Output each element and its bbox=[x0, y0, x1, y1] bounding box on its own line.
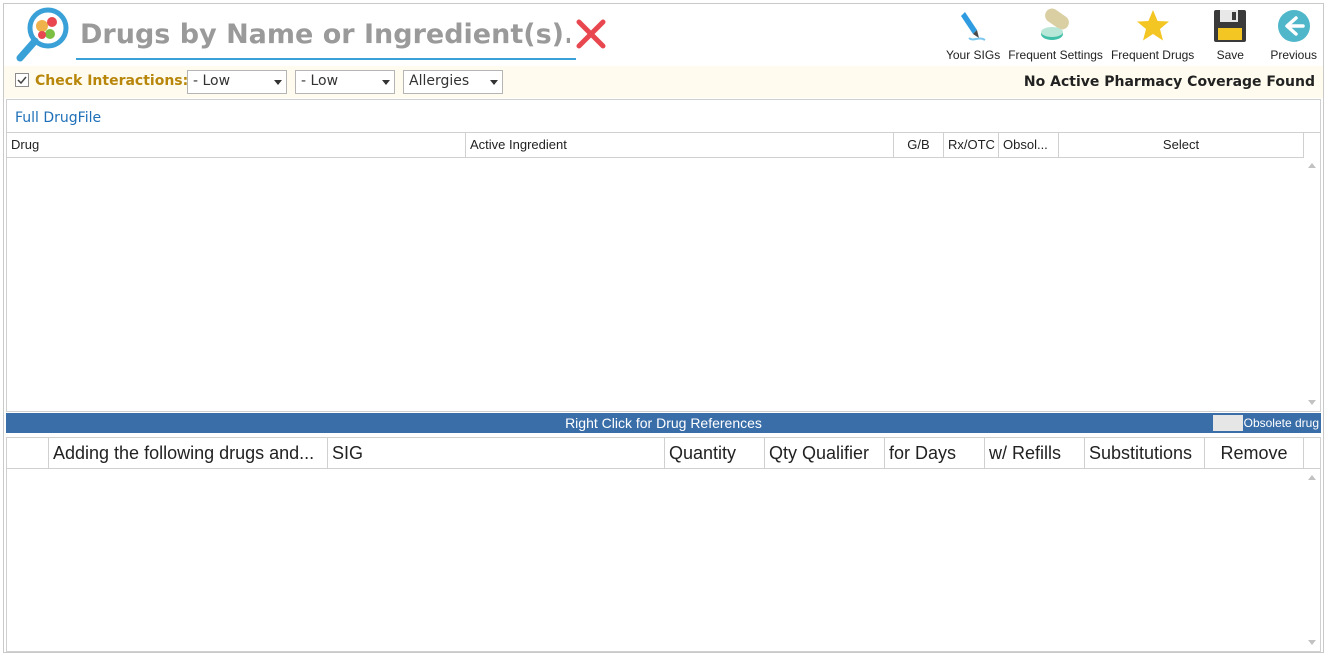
severity-dropdown-2[interactable]: - Low bbox=[295, 70, 395, 94]
pen-sig-icon bbox=[961, 12, 986, 41]
previous-label: Previous bbox=[1270, 48, 1317, 62]
column-for-days[interactable]: for Days bbox=[885, 438, 985, 468]
your-sigs-label: Your SIGs bbox=[945, 48, 1001, 62]
drug-search-input[interactable] bbox=[76, 14, 574, 54]
obsolete-legend-label: Obsolete drug bbox=[1243, 416, 1319, 430]
check-interactions-checkbox[interactable] bbox=[15, 73, 29, 87]
search-field-wrap bbox=[76, 14, 576, 60]
header-spacer bbox=[1304, 438, 1320, 468]
pills-icon bbox=[1040, 8, 1069, 40]
scroll-down-icon[interactable] bbox=[1308, 400, 1316, 405]
order-grid-scrollbar[interactable] bbox=[1304, 469, 1320, 651]
column-adding-drugs[interactable]: Adding the following drugs and... bbox=[49, 438, 328, 468]
drug-search-panel: Full DrugFile Drug Active Ingredient G/B… bbox=[6, 99, 1321, 412]
frequent-drugs-button[interactable]: Frequent Drugs bbox=[1107, 6, 1198, 64]
floppy-disk-icon bbox=[1214, 10, 1247, 42]
chevron-down-icon bbox=[382, 80, 390, 85]
drug-grid-header: Drug Active Ingredient G/B Rx/OTC Obsol.… bbox=[7, 132, 1320, 158]
frequent-settings-label: Frequent Settings bbox=[1008, 48, 1103, 62]
drug-references-hint: Right Click for Drug References bbox=[565, 415, 762, 431]
clear-search-icon[interactable] bbox=[574, 17, 608, 51]
severity-1-value: - Low bbox=[193, 73, 231, 89]
checkmark-icon bbox=[17, 76, 27, 85]
frequent-settings-button[interactable]: Frequent Settings bbox=[1004, 6, 1107, 64]
order-grid: Adding the following drugs and... SIG Qu… bbox=[6, 437, 1321, 652]
obsolete-color-swatch bbox=[1213, 415, 1243, 431]
chevron-down-icon bbox=[274, 80, 282, 85]
allergies-dropdown[interactable]: Allergies bbox=[403, 70, 503, 94]
toolbar: Your SIGs Frequent Settings Frequent Dru… bbox=[942, 6, 1323, 64]
column-active-ingredient[interactable]: Active Ingredient bbox=[466, 133, 894, 157]
coverage-status: No Active Pharmacy Coverage Found bbox=[1023, 74, 1315, 90]
column-remove[interactable]: Remove bbox=[1205, 438, 1304, 468]
column-rx-otc[interactable]: Rx/OTC bbox=[944, 133, 999, 157]
severity-2-value: - Low bbox=[301, 73, 339, 89]
check-interactions-label: Check Interactions: bbox=[35, 73, 189, 89]
column-obsolete[interactable]: Obsol... bbox=[999, 133, 1059, 157]
scroll-down-icon[interactable] bbox=[1308, 640, 1316, 645]
app-window: Your SIGs Frequent Settings Frequent Dru… bbox=[3, 3, 1324, 653]
severity-dropdown-1[interactable]: - Low bbox=[187, 70, 287, 94]
save-button[interactable]: Save bbox=[1198, 6, 1262, 64]
magnifier-pills-icon bbox=[16, 7, 69, 62]
drug-references-bar: Right Click for Drug References Obsolete… bbox=[6, 413, 1321, 433]
header: Your SIGs Frequent Settings Frequent Dru… bbox=[4, 4, 1323, 66]
column-refills[interactable]: w/ Refills bbox=[985, 438, 1085, 468]
back-arrow-icon bbox=[1277, 10, 1310, 42]
column-sig[interactable]: SIG bbox=[328, 438, 665, 468]
interaction-bar: Check Interactions: - Low - Low Allergie… bbox=[4, 66, 1323, 98]
column-row-marker bbox=[7, 438, 49, 468]
drug-grid-scrollbar[interactable] bbox=[1304, 157, 1320, 411]
column-gb[interactable]: G/B bbox=[894, 133, 944, 157]
save-label: Save bbox=[1216, 48, 1244, 62]
scroll-up-icon[interactable] bbox=[1308, 163, 1316, 168]
order-grid-header: Adding the following drugs and... SIG Qu… bbox=[7, 438, 1320, 469]
column-quantity[interactable]: Quantity bbox=[665, 438, 765, 468]
column-drug[interactable]: Drug bbox=[7, 133, 466, 157]
frequent-drugs-label: Frequent Drugs bbox=[1110, 48, 1195, 62]
allergies-value: Allergies bbox=[409, 73, 470, 89]
previous-button[interactable]: Previous bbox=[1262, 6, 1323, 64]
chevron-down-icon bbox=[490, 80, 498, 85]
full-drugfile-link[interactable]: Full DrugFile bbox=[15, 110, 101, 126]
scroll-up-icon[interactable] bbox=[1308, 475, 1316, 480]
column-qty-qualifier[interactable]: Qty Qualifier bbox=[765, 438, 885, 468]
star-icon bbox=[1136, 10, 1169, 41]
column-select[interactable]: Select bbox=[1059, 133, 1304, 157]
your-sigs-button[interactable]: Your SIGs bbox=[942, 6, 1004, 64]
header-spacer bbox=[1304, 133, 1320, 157]
column-substitutions[interactable]: Substitutions bbox=[1085, 438, 1205, 468]
